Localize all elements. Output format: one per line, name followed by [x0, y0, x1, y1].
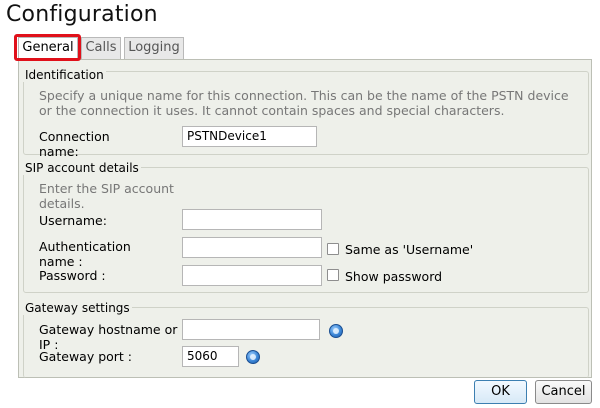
configuration-panel: Identification Specify a unique name for…: [18, 59, 592, 378]
authentication-name-label: Authentication name :: [39, 239, 131, 269]
gateway-port-label: Gateway port :: [39, 349, 132, 364]
sip-account-legend: SIP account details: [23, 161, 141, 175]
tab-highlight-outline: [14, 34, 81, 61]
tab-logging[interactable]: Logging: [124, 37, 184, 59]
gateway-port-info-icon[interactable]: [246, 350, 260, 364]
cancel-button[interactable]: Cancel: [535, 380, 592, 404]
gateway-hostname-label: Gateway hostname or IP :: [39, 322, 178, 352]
gateway-port-input[interactable]: 5060: [182, 346, 239, 367]
same-as-username-checkbox[interactable]: [327, 243, 339, 255]
tab-calls[interactable]: Calls: [81, 37, 121, 59]
password-input[interactable]: [182, 265, 322, 286]
same-as-username-label: Same as 'Username': [345, 242, 474, 257]
show-password-checkbox[interactable]: [327, 269, 339, 281]
username-label: Username:: [39, 213, 107, 228]
sip-description: Enter the SIP account details.: [39, 181, 174, 211]
password-label: Password :: [39, 268, 106, 283]
identification-description: Specify a unique name for this connectio…: [39, 88, 569, 118]
page-title: Configuration: [6, 2, 158, 27]
gateway-legend: Gateway settings: [23, 301, 132, 315]
identification-legend: Identification: [23, 68, 106, 82]
username-input[interactable]: [182, 209, 322, 230]
show-password-label: Show password: [345, 269, 443, 284]
connection-name-input[interactable]: PSTNDevice1: [182, 126, 317, 147]
connection-name-label: Connection name:: [39, 129, 110, 159]
ok-button[interactable]: OK: [474, 380, 527, 404]
gateway-hostname-input[interactable]: [182, 319, 320, 340]
authentication-name-input[interactable]: [182, 237, 322, 258]
gateway-hostname-info-icon[interactable]: [329, 324, 343, 338]
